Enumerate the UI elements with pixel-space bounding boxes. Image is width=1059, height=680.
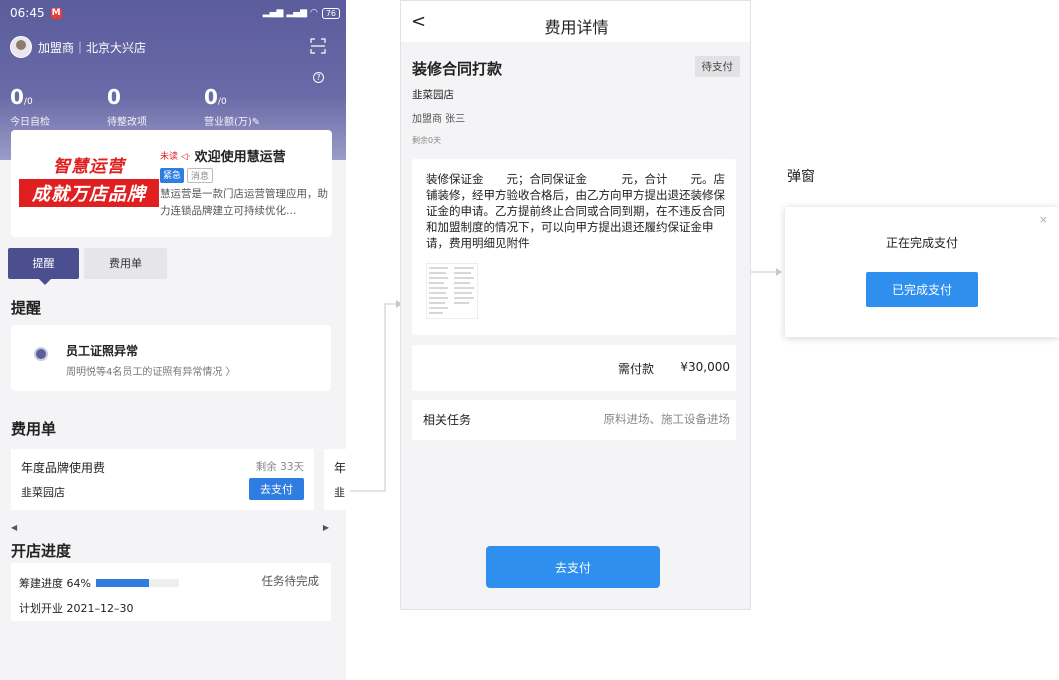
progress-bar (95, 579, 179, 587)
logo-line-2: 成就万店品牌 (19, 179, 159, 207)
progress-card[interactable]: 筹建进度 64% 任务待完成 计划开业 2021–12–30 (11, 563, 331, 621)
tab-fee[interactable]: 费用单 (84, 248, 167, 279)
stat-self-check[interactable]: 0/0 今日自检 (10, 86, 107, 128)
unread-label: 未读 ◁· (160, 152, 191, 162)
status-time: 06:45 (10, 6, 45, 20)
reminder-card[interactable]: 员工证照异常 周明悦等4名员工的证照有异常情况 〉 (11, 325, 331, 391)
reminder-section-title: 提醒 (11, 299, 42, 317)
fee-name-next: 年 (334, 461, 346, 475)
stat-rectify[interactable]: 0 待整改项 (107, 86, 204, 128)
fee-detail-screen: < 费用详情 装修合同打款 待支付 韭菜园店 加盟商 张三 剩余0天 装修保证金… (400, 0, 751, 610)
fee-name: 年度品牌使用费 (21, 461, 106, 475)
tab-reminder[interactable]: 提醒 (8, 248, 79, 285)
stat-revenue[interactable]: 0/0 营业额(万)✎ (204, 86, 301, 128)
progress-plan-date: 计划开业 2021–12–30 (19, 602, 134, 615)
help-icon[interactable]: ? (313, 72, 324, 83)
signal-icon: ▂▄▆ ▂▄▆ ◠ (262, 8, 318, 18)
contract-person: 加盟商 张三 (412, 114, 466, 125)
battery-icon: 76 (321, 7, 340, 19)
stat-value: 0 (10, 85, 24, 109)
home-tabs: 提醒 费用单 (8, 248, 167, 285)
user-label: 加盟商｜北京大兴店 (38, 40, 147, 55)
fee-card[interactable]: 年度品牌使用费 剩余 33天 韭菜园店 去支付 (11, 449, 314, 510)
stat-label: 营业额(万)✎ (204, 117, 261, 128)
payment-popup: × 正在完成支付 已完成支付 (785, 207, 1059, 337)
logo-line-1: 智慧运营 (53, 157, 125, 177)
fee-pay-button[interactable]: 去支付 (249, 478, 304, 500)
reminder-title: 员工证照异常 (66, 344, 139, 358)
stats-row: 0/0 今日自检 0 待整改项 0/0 营业额(万)✎ (10, 86, 330, 128)
stat-label: 今日自检 (10, 117, 50, 128)
fee-remaining: 剩余 33天 (255, 461, 304, 473)
stat-label: 待整改项 (107, 117, 147, 128)
payment-done-button[interactable]: 已完成支付 (866, 272, 978, 307)
amount-value: ¥30,000 (680, 360, 730, 374)
scroll-left-icon[interactable]: ◀ (11, 523, 17, 532)
stat-value: 0 (107, 85, 121, 109)
scroll-right-icon[interactable]: ▶ (323, 523, 329, 532)
related-task-label: 相关任务 (423, 413, 472, 427)
contract-store: 韭菜园店 (412, 89, 454, 101)
contract-content-card: 装修保证金 元；合同保证金 元，合计 元。店铺装修，经甲方验收合格后，由乙方向甲… (412, 159, 736, 335)
fee-scrollbar[interactable]: ◀ ▶ (11, 523, 329, 532)
reminder-subtitle: 周明悦等4名员工的证照有异常情况 〉 (66, 367, 236, 378)
fee-store-next: 韭 (334, 486, 345, 499)
related-task-value: 原料进场、施工设备进场 (603, 412, 731, 426)
fee-card-next[interactable]: 年 韭 (324, 449, 346, 510)
fee-store: 韭菜园店 (21, 486, 65, 499)
avatar (10, 36, 32, 58)
message-tag: 消息 (187, 168, 214, 183)
related-task-row[interactable]: 相关任务 原料进场、施工设备进场 (412, 400, 736, 440)
nav-bar: < 费用详情 (401, 1, 750, 42)
fee-carousel[interactable]: 年度品牌使用费 剩余 33天 韭菜园店 去支付 年 韭 (11, 449, 346, 510)
go-pay-button[interactable]: 去支付 (486, 546, 660, 588)
home-screen: 06:45 M ▂▄▆ ▂▄▆ ◠ 76 加盟商｜北京大兴店 ? 0/0 今日自… (0, 0, 346, 680)
urgent-tag: 紧急 (160, 168, 185, 183)
progress-status: 任务待完成 (261, 574, 320, 588)
contract-text: 装修保证金 元；合同保证金 元，合计 元。店铺装修，经甲方验收合格后，由乙方向甲… (426, 172, 725, 250)
reminder-dot-icon (34, 347, 48, 361)
progress-section-title: 开店进度 (11, 542, 72, 560)
stat-unit: /0 (217, 97, 227, 107)
status-bar: 06:45 M ▂▄▆ ▂▄▆ ◠ 76 (10, 5, 340, 21)
fee-section-title: 费用单 (11, 420, 57, 438)
stat-unit: /0 (23, 97, 33, 107)
notification-badge-icon: M (50, 7, 62, 19)
attachment-thumbnail[interactable] (426, 263, 478, 319)
contract-header: 装修合同打款 待支付 韭菜园店 加盟商 张三 剩余0天 (401, 42, 750, 154)
page-title: 费用详情 (544, 18, 609, 37)
banner-description: 慧运营是一款门店运营管理应用，助力连锁品牌建立可持续优化… (160, 188, 328, 217)
amount-label: 需付款 (617, 362, 654, 376)
popup-title: 正在完成支付 (885, 236, 958, 250)
progress-label: 筹建进度 64% (19, 577, 91, 590)
welcome-banner[interactable]: 智慧运营 成就万店品牌 未读 ◁· 欢迎使用慧运营 紧急 消息 慧运营是一款门店… (11, 130, 332, 237)
scan-icon[interactable] (310, 38, 326, 54)
stat-value: 0 (204, 85, 218, 109)
status-badge: 待支付 (694, 56, 740, 77)
user-row[interactable]: 加盟商｜北京大兴店 (10, 36, 146, 58)
popup-section-label: 弹窗 (787, 169, 815, 185)
canvas: 06:45 M ▂▄▆ ▂▄▆ ◠ 76 加盟商｜北京大兴店 ? 0/0 今日自… (0, 0, 1059, 680)
banner-title: 欢迎使用慧运营 (194, 150, 286, 165)
brand-logo: 智慧运营 成就万店品牌 (19, 152, 159, 212)
contract-remaining: 剩余0天 (412, 136, 442, 145)
amount-row: 需付款 ¥30,000 (412, 345, 736, 391)
progress-bar-fill (95, 579, 150, 587)
contract-name: 装修合同打款 (412, 60, 503, 78)
close-icon[interactable]: × (1039, 213, 1048, 226)
